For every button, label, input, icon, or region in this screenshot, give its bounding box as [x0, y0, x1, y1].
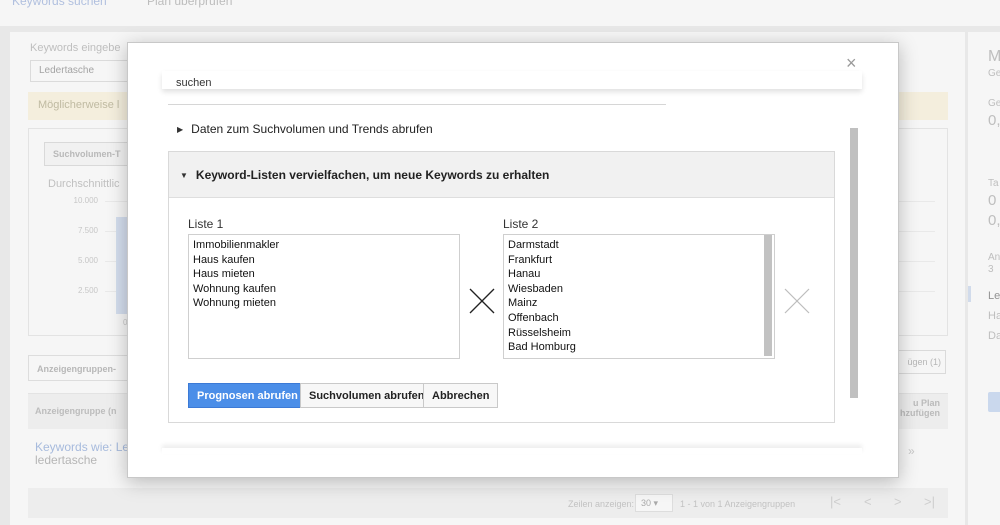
list-2-scrollbar[interactable] [764, 235, 772, 356]
multiply-icon [469, 288, 495, 314]
get-forecasts-button[interactable]: Prognosen abrufen [188, 383, 307, 408]
list-item: Wohnung kaufen [193, 282, 276, 295]
list-2-label: Liste 2 [503, 217, 539, 231]
list-item: Haus mieten [193, 268, 255, 281]
bottom-scroll-shadow [162, 448, 862, 454]
search-option-text: suchen [176, 77, 212, 89]
multiply-lists-panel: ▼ Keyword-Listen vervielfachen, um neue K… [168, 151, 835, 423]
list-item: Wiesbaden [508, 282, 564, 295]
search-volume-trends-option[interactable]: ▶ Daten zum Suchvolumen und Trends abrufe… [177, 122, 433, 136]
close-icon[interactable]: × [846, 53, 857, 73]
top-scroll-shadow [162, 71, 862, 89]
get-search-volume-button[interactable]: Suchvolumen abrufen [300, 383, 434, 408]
dialog-scrollbar[interactable] [850, 128, 858, 398]
cancel-button[interactable]: Abbrechen [423, 383, 499, 408]
list-item: Immobilienmakler [193, 239, 280, 251]
search-volume-trends-label: Daten zum Suchvolumen und Trends abrufen [191, 122, 433, 136]
add-list-icon[interactable] [783, 287, 811, 315]
list-1-label: Liste 1 [188, 217, 224, 231]
triangle-down-icon: ▼ [180, 171, 188, 180]
list-item: Mainz [508, 297, 538, 310]
list-item: Rüsselsheim [508, 326, 571, 339]
list-item: Wohnung mieten [193, 297, 276, 310]
list-item: Frankfurt [508, 253, 553, 266]
list-2-textarea[interactable]: Darmstadt Frankfurt Hanau Wiesbaden Main… [503, 234, 775, 359]
multiply-lists-title: Keyword-Listen vervielfachen, um neue Ke… [195, 168, 550, 182]
list-item: Offenbach [508, 311, 559, 324]
list-item: Hanau [508, 268, 541, 281]
list-1-textarea[interactable]: Immobilienmakler Haus kaufen Haus mieten… [188, 234, 460, 359]
divider [168, 104, 666, 105]
multiply-lists-header[interactable]: ▼ Keyword-Listen vervielfachen, um neue K… [169, 152, 834, 198]
triangle-right-icon: ▶ [177, 125, 184, 134]
keyword-multiply-dialog: suchen × ▶ Daten zum Suchvolumen und Tren… [127, 42, 899, 478]
list-item: Haus kaufen [193, 253, 255, 266]
list-item: Bad Homburg [508, 341, 576, 354]
list-item: Darmstadt [508, 239, 559, 251]
